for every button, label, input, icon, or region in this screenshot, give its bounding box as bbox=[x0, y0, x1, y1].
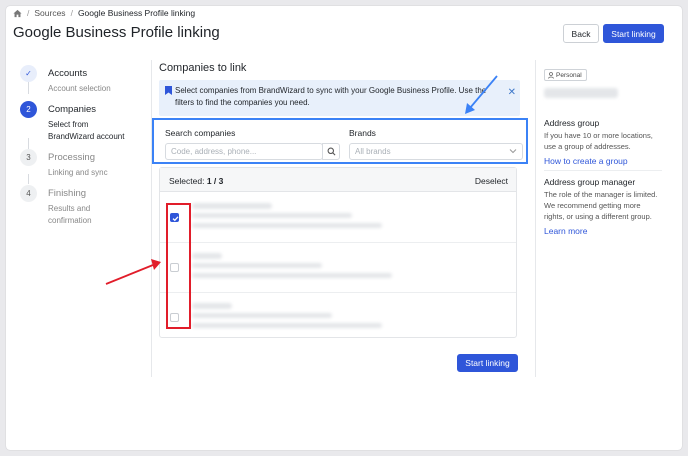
list-item[interactable] bbox=[160, 193, 516, 243]
blurred-company-address bbox=[192, 263, 322, 268]
step-3-title: Processing bbox=[48, 152, 95, 163]
step-4-sub-line2: confirmation bbox=[48, 216, 92, 225]
back-button[interactable]: Back bbox=[563, 24, 599, 43]
start-linking-button-bottom[interactable]: Start linking bbox=[457, 354, 518, 372]
step-connector bbox=[28, 138, 29, 149]
step-2-sub-line1: Select from bbox=[48, 120, 89, 129]
blurred-account-name bbox=[544, 88, 618, 98]
companies-list: Selected: 1 / 3 Deselect bbox=[159, 167, 517, 338]
manager-text: The role of the manager is limited. We r… bbox=[544, 190, 658, 221]
deselect-button[interactable]: Deselect bbox=[475, 176, 508, 186]
badge-label: Personal bbox=[556, 72, 582, 79]
blurred-company-address bbox=[192, 213, 352, 218]
home-icon[interactable] bbox=[13, 9, 22, 18]
blurred-company-name bbox=[192, 303, 232, 309]
step-2-title: Companies bbox=[48, 104, 97, 115]
section-title: Companies to link bbox=[159, 62, 247, 74]
step-3-number: 3 bbox=[20, 149, 37, 166]
manager-title: Address group manager bbox=[544, 177, 636, 187]
breadcrumb-sources-link[interactable]: Sources bbox=[34, 8, 65, 18]
info-text: Select companies from BrandWizard to syn… bbox=[175, 86, 487, 107]
blurred-company-address bbox=[192, 313, 332, 318]
breadcrumb-current: Google Business Profile linking bbox=[77, 8, 196, 18]
info-banner: Select companies from BrandWizard to syn… bbox=[159, 80, 520, 116]
close-icon[interactable]: ✕ bbox=[508, 88, 516, 98]
blurred-company-details bbox=[192, 323, 382, 328]
list-item[interactable] bbox=[160, 243, 516, 293]
start-linking-button[interactable]: Start linking bbox=[603, 24, 664, 43]
learn-more-link[interactable]: Learn more bbox=[544, 226, 587, 236]
breadcrumb: / Sources / Google Business Profile link… bbox=[13, 8, 195, 18]
step-4-number: 4 bbox=[20, 185, 37, 202]
personal-badge: Personal bbox=[544, 69, 587, 81]
blurred-company-details bbox=[192, 223, 382, 228]
user-icon bbox=[548, 72, 554, 79]
selected-count: Selected: 1 / 3 bbox=[169, 176, 224, 186]
step-2-number: 2 bbox=[20, 101, 37, 118]
step-2-sub-line2: BrandWizard account bbox=[48, 132, 125, 141]
step-1-check-icon: ✓ bbox=[20, 65, 37, 82]
step-1-title: Accounts bbox=[48, 68, 88, 79]
checkbox-highlight bbox=[166, 203, 191, 329]
divider bbox=[151, 60, 152, 377]
how-to-create-group-link[interactable]: How to create a group bbox=[544, 156, 628, 166]
step-1-sub: Account selection bbox=[48, 84, 111, 93]
address-group-title: Address group bbox=[544, 118, 600, 128]
divider bbox=[544, 170, 662, 171]
blurred-company-name bbox=[192, 203, 272, 209]
bookmark-icon bbox=[165, 86, 172, 95]
filters-highlight bbox=[152, 118, 528, 164]
address-group-text: If you have 10 or more locations, use a … bbox=[544, 131, 653, 151]
step-4-title: Finishing bbox=[48, 188, 87, 199]
page-title: Google Business Profile linking bbox=[13, 24, 220, 41]
step-3-sub: Linking and sync bbox=[48, 168, 108, 177]
list-item[interactable] bbox=[160, 293, 516, 343]
blurred-company-details bbox=[192, 273, 392, 278]
step-connector bbox=[28, 174, 29, 184]
list-header: Selected: 1 / 3 Deselect bbox=[160, 168, 516, 192]
breadcrumb-separator: / bbox=[70, 8, 73, 18]
step-4-sub-line1: Results and bbox=[48, 204, 91, 213]
blurred-company-name bbox=[192, 253, 222, 259]
divider bbox=[535, 60, 536, 377]
breadcrumb-separator: / bbox=[27, 8, 30, 18]
